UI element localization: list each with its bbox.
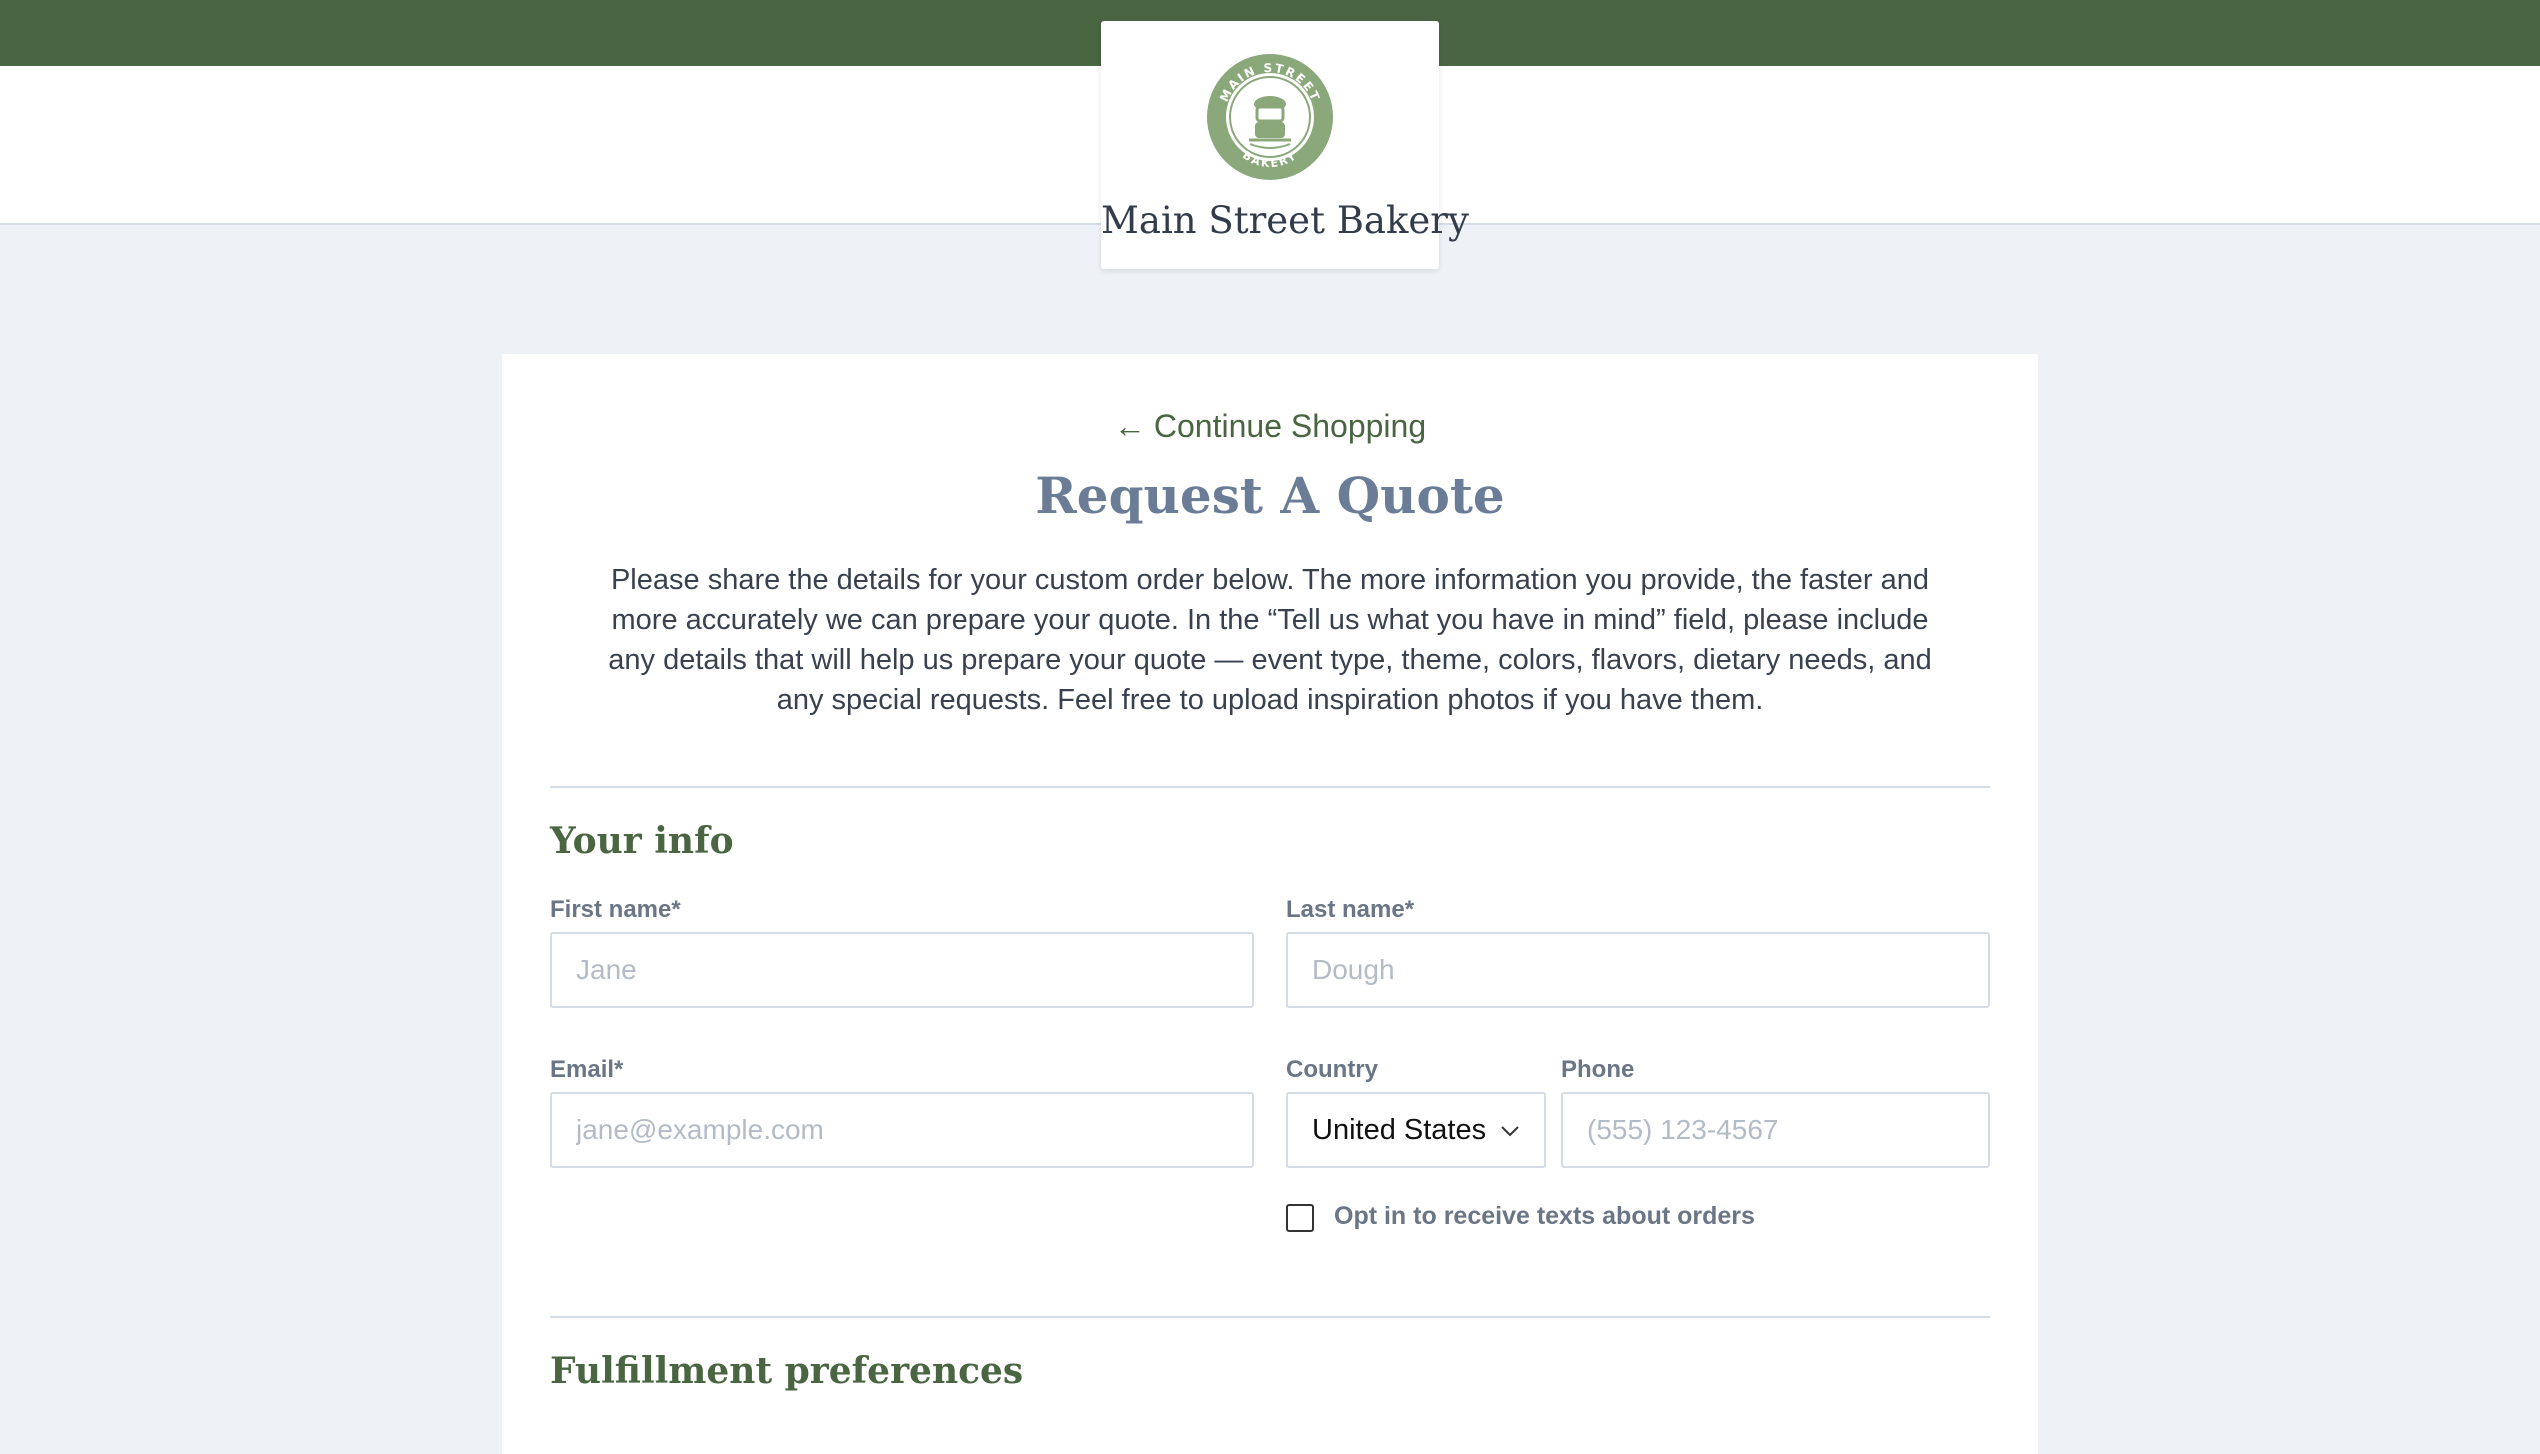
first-name-label: First name* — [550, 896, 681, 923]
first-name-input[interactable] — [550, 932, 1254, 1008]
last-name-label: Last name* — [1286, 896, 1415, 923]
continue-shopping-link[interactable]: ← Continue Shopping — [502, 408, 2038, 445]
phone-input[interactable] — [1561, 1092, 1990, 1168]
bakery-logo-seal: MAIN STREET BAKERY — [1207, 54, 1333, 180]
your-info-heading: Your info — [550, 820, 734, 862]
section-divider — [550, 786, 1990, 788]
logo-card[interactable]: MAIN STREET BAKERY Main Street Bakery — [1101, 21, 1469, 269]
phone-label: Phone — [1561, 1056, 1635, 1083]
email-label: Email* — [550, 1056, 624, 1083]
country-label: Country — [1286, 1056, 1378, 1083]
section-divider — [550, 1316, 1990, 1318]
arrow-left-icon: ← — [1113, 408, 1146, 444]
fulfillment-heading: Fulfillment preferences — [550, 1350, 1024, 1392]
email-input[interactable] — [550, 1092, 1254, 1168]
chevron-down-icon — [1500, 1117, 1520, 1143]
intro-text: Please share the details for your custom… — [608, 564, 1932, 716]
sms-opt-in-checkbox[interactable] — [1286, 1204, 1314, 1232]
sms-opt-in-label[interactable]: Opt in to receive texts about orders — [1334, 1202, 1755, 1231]
store-name: Main Street Bakery — [1101, 199, 1469, 242]
last-name-input[interactable] — [1286, 932, 1990, 1008]
quote-form-card: ← Continue Shopping Request A Quote Pleas… — [502, 354, 2038, 1454]
page-title: Request A Quote — [1035, 466, 1505, 525]
country-select[interactable]: United States — [1286, 1092, 1546, 1168]
continue-shopping-label: Continue Shopping — [1153, 408, 1427, 444]
country-selected-value: United States — [1312, 1113, 1487, 1146]
